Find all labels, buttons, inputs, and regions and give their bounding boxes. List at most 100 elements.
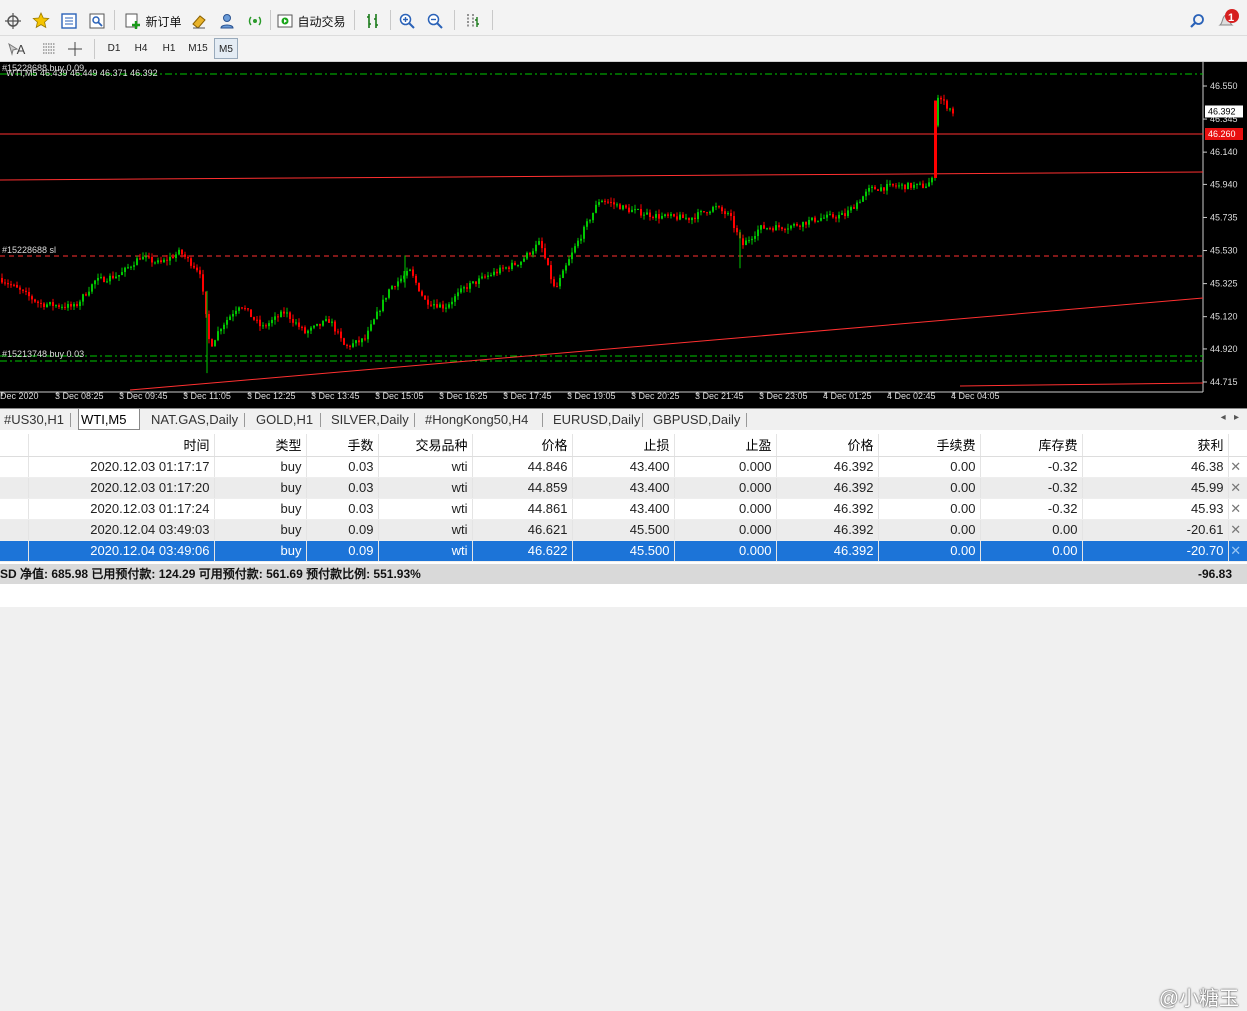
chart-tab-gbpusd[interactable]: GBPUSD,Daily <box>651 409 742 430</box>
data-window-icon[interactable] <box>86 9 108 33</box>
header-time[interactable]: 时间 <box>28 434 215 457</box>
timeframe-h4[interactable]: H4 <box>130 38 152 59</box>
candle-body <box>292 318 294 323</box>
favorites-star-icon[interactable] <box>30 9 52 33</box>
crosshair-move-icon[interactable] <box>2 9 24 33</box>
candle-body <box>814 217 816 222</box>
candle-body <box>829 214 831 216</box>
candle-body <box>787 228 789 230</box>
candle-body <box>688 217 690 221</box>
close-order-icon[interactable]: ✕ <box>1228 519 1247 541</box>
red-price-label: 46.260 <box>1208 129 1236 139</box>
candle-body <box>649 212 651 217</box>
candle-body <box>439 304 441 308</box>
timeframe-m5[interactable]: M5 <box>214 38 238 59</box>
chart-tab-gold[interactable]: GOLD,H1 <box>254 409 315 430</box>
text-tool-icon[interactable]: A <box>10 37 32 61</box>
order-type: buy <box>214 477 307 499</box>
candle-body <box>913 184 915 188</box>
notification-bell-icon[interactable]: 1 <box>1214 7 1242 31</box>
chart-tab-wti[interactable]: WTI,M5 <box>78 409 140 430</box>
candle-body <box>280 311 282 318</box>
order-row[interactable]: 2020.12.04 03:49:03 buy 0.09 wti 46.621 45.50… <box>0 519 1247 541</box>
candle-body <box>115 276 117 279</box>
candlestick-chart-svg[interactable]: 46.55046.34546.14045.94045.73545.53045.3… <box>0 62 1247 408</box>
candle-body <box>646 212 648 215</box>
header-lots[interactable]: 手数 <box>306 434 379 457</box>
market-watch-icon[interactable] <box>58 9 80 33</box>
candle-body <box>466 287 468 289</box>
timeframe-m15[interactable]: M15 <box>184 38 212 59</box>
timeframe-h1[interactable]: H1 <box>158 38 180 59</box>
header-commission[interactable]: 手续费 <box>878 434 981 457</box>
timeframe-d1[interactable]: D1 <box>103 38 125 59</box>
order-row[interactable]: 2020.12.03 01:17:24 buy 0.03 wti 44.861 43.40… <box>0 498 1247 520</box>
candle-body <box>493 271 495 276</box>
close-order-icon[interactable]: ✕ <box>1228 540 1247 562</box>
header-current-price[interactable]: 价格 <box>776 434 879 457</box>
candle-body <box>931 177 933 183</box>
auto-trade-label: 自动交易 <box>297 14 346 29</box>
candle-body <box>481 276 483 279</box>
header-stop-loss[interactable]: 止损 <box>572 434 675 457</box>
order-take-profit: 0.000 <box>674 456 777 478</box>
zoom-out-icon[interactable] <box>424 9 446 33</box>
candle-body <box>334 321 336 332</box>
new-order-button[interactable]: 新订单 <box>121 9 185 33</box>
fibonacci-icon[interactable] <box>38 37 60 61</box>
chart-tab-silver[interactable]: SILVER,Daily <box>329 409 411 430</box>
candle-body <box>64 306 66 308</box>
auto-trade-button[interactable]: 自动交易 <box>275 9 347 33</box>
candle-body <box>781 227 783 230</box>
header-ticket[interactable] <box>0 434 29 457</box>
time-axis-label: 3 Dec 20:25 <box>631 391 680 401</box>
candle-body <box>367 330 369 340</box>
candle-body <box>229 316 231 320</box>
search-icon[interactable] <box>1186 9 1208 33</box>
price-chart[interactable]: 46.550 46.345 46.140 45.940 45.735 45.530 45.3… <box>0 62 1247 408</box>
candle-body <box>7 283 9 285</box>
candle-body <box>262 325 264 327</box>
header-swap[interactable]: 库存费 <box>980 434 1083 457</box>
header-price[interactable]: 价格 <box>472 434 573 457</box>
candle-body <box>19 287 21 290</box>
candle-body <box>487 275 489 277</box>
broadcast-icon[interactable] <box>244 9 266 33</box>
bar-chart-icon[interactable] <box>362 9 384 33</box>
candle-body <box>391 286 393 290</box>
order-row[interactable]: 2020.12.03 01:17:17 buy 0.03 wti 44.846 43.40… <box>0 456 1247 478</box>
candle-body <box>709 211 711 214</box>
chart-tab-hongkong50[interactable]: #HongKong50,H4 <box>423 409 530 430</box>
candle-body <box>79 301 81 307</box>
close-order-icon[interactable]: ✕ <box>1228 498 1247 520</box>
close-order-icon[interactable]: ✕ <box>1228 456 1247 478</box>
close-order-icon[interactable]: ✕ <box>1228 477 1247 499</box>
candle-body <box>910 182 912 188</box>
signals-user-icon[interactable] <box>216 9 238 33</box>
order-row[interactable]: 2020.12.04 03:49:06 buy 0.09 wti 46.622 45.50… <box>0 540 1247 562</box>
tab-scroll-arrows[interactable]: ◂ ▸ <box>1221 412 1239 423</box>
candle-body <box>259 319 261 327</box>
candle-body <box>727 213 729 215</box>
header-profit[interactable]: 获利 <box>1082 434 1229 457</box>
candle-body <box>778 225 780 228</box>
expert-eraser-icon[interactable] <box>188 9 210 33</box>
header-symbol[interactable]: 交易品种 <box>378 434 473 457</box>
candle-body <box>376 311 378 320</box>
chart-tab-natgas[interactable]: NAT.GAS,Daily <box>149 409 240 430</box>
candle-body <box>208 314 210 340</box>
header-take-profit[interactable]: 止盈 <box>674 434 777 457</box>
candle-body <box>52 302 54 306</box>
crosshair-icon[interactable] <box>64 37 86 61</box>
header-type[interactable]: 类型 <box>214 434 307 457</box>
candle-body <box>694 217 696 220</box>
candle-body <box>490 275 492 277</box>
candle-body <box>256 319 258 321</box>
chart-tab-eurusd[interactable]: EURUSD,Daily <box>551 409 642 430</box>
chart-tab-us30[interactable]: #US30,H1 <box>2 409 66 430</box>
period-separator-icon[interactable] <box>462 9 484 33</box>
zoom-in-icon[interactable] <box>396 9 418 33</box>
order-row[interactable]: 2020.12.03 01:17:20 buy 0.03 wti 44.859 43.40… <box>0 477 1247 499</box>
candle-body <box>190 258 192 266</box>
candle-body <box>655 214 657 218</box>
